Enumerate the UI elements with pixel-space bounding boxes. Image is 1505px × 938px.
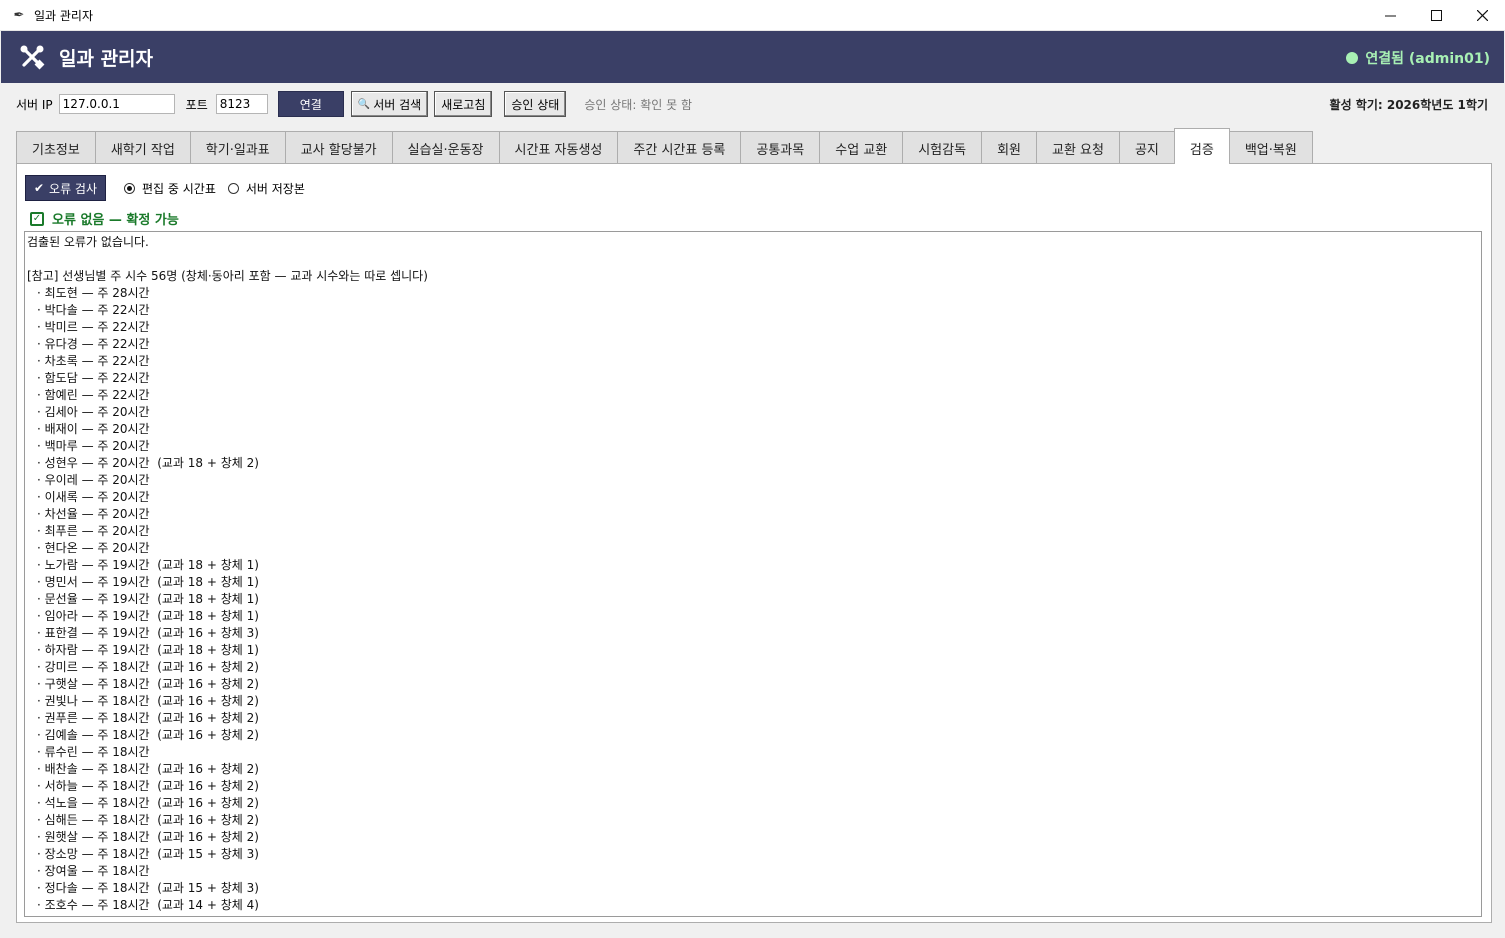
- radio-editing-timetable[interactable]: 편집 중 시간표: [124, 180, 216, 197]
- teacher-hours-line: · 이새록 — 주 20시간: [37, 490, 150, 504]
- tab-weekly-timetable[interactable]: 주간 시간표 등록: [617, 131, 742, 164]
- output-blank-line: [27, 251, 1481, 268]
- port-label: 포트: [185, 97, 208, 112]
- teacher-hours-list: · 최도현 — 주 28시간 · 박다솔 — 주 22시간 · 박미르 — 주 22…: [27, 285, 1481, 914]
- tab-timetable-autogen[interactable]: 시간표 자동생성: [498, 131, 619, 164]
- radio-unselected-icon: [227, 182, 239, 194]
- window-controls: [1367, 0, 1505, 31]
- tab-backup-restore[interactable]: 백업·복원: [1228, 131, 1313, 164]
- output-note-line: [참고] 선생님별 주 시수 56명 (창체·동아리 포함 — 교과 시수와는 …: [27, 269, 428, 283]
- teacher-hours-line: · 류수린 — 주 18시간: [37, 745, 150, 759]
- tab-exam-proctoring[interactable]: 시험감독: [902, 131, 983, 164]
- teacher-hours-line: · 장여울 — 주 18시간: [37, 864, 150, 878]
- teacher-hours-line: · 유다경 — 주 22시간: [37, 337, 150, 351]
- teacher-hours-line: · 김세아 — 주 20시간: [37, 405, 150, 419]
- teacher-hours-line: · 하자람 — 주 19시간 (교과 18 + 창체 1): [37, 643, 259, 657]
- teacher-hours-line: · 배재이 — 주 20시간: [37, 422, 150, 436]
- teacher-hours-line: · 서하늘 — 주 18시간 (교과 16 + 창체 2): [37, 779, 259, 793]
- teacher-hours-line: · 장소망 — 주 18시간 (교과 15 + 창체 3): [37, 847, 259, 861]
- teacher-hours-line: · 박다솔 — 주 22시간: [37, 303, 150, 317]
- maximize-icon[interactable]: [1413, 0, 1459, 31]
- search-server-button[interactable]: 🔍 서버 검색: [350, 91, 429, 117]
- tab-teacher-unavailable[interactable]: 교사 할당불가: [284, 131, 393, 164]
- teacher-hours-line: · 우이레 — 주 20시간: [37, 473, 150, 487]
- teacher-hours-line: · 최도현 — 주 28시간: [37, 286, 150, 300]
- validation-controls: ✔ 오류 검사 편집 중 시간표 서버 저장본: [25, 175, 305, 201]
- teacher-hours-line: · 구햇살 — 주 18시간 (교과 16 + 창체 2): [37, 677, 259, 691]
- validation-result: ✓ 오류 없음 — 확정 가능: [30, 209, 179, 228]
- validation-output[interactable]: 검출된 오류가 없습니다. [참고] 선생님별 주 시수 56명 (창체·동아리…: [24, 231, 1482, 917]
- teacher-hours-line: · 조호수 — 주 18시간 (교과 14 + 창체 4): [37, 898, 259, 912]
- teacher-hours-line: · 함도담 — 주 22시간: [37, 371, 150, 385]
- tools-icon: [19, 44, 45, 70]
- minimize-icon[interactable]: [1367, 0, 1413, 31]
- tab-exchange-requests[interactable]: 교환 요청: [1035, 131, 1120, 164]
- teacher-hours-line: · 최푸른 — 주 20시간: [37, 524, 150, 538]
- main-tabs: 기초정보 새학기 작업 학기·일과표 교사 할당불가 실습실·운동장 시간표 자…: [16, 128, 1313, 164]
- teacher-hours-line: · 김예솔 — 주 18시간 (교과 16 + 창체 2): [37, 728, 259, 742]
- tab-members[interactable]: 회원: [981, 131, 1037, 164]
- output-header-line: 검출된 오류가 없습니다.: [27, 235, 149, 249]
- search-icon: 🔍: [357, 98, 371, 110]
- run-check-button[interactable]: ✔ 오류 검사: [25, 175, 106, 201]
- teacher-hours-line: · 표한결 — 주 19시간 (교과 16 + 창체 3): [37, 626, 259, 640]
- connection-status-label: 연결됨 (admin01): [1365, 51, 1490, 67]
- tab-labs-grounds[interactable]: 실습실·운동장: [391, 131, 500, 164]
- tab-notices[interactable]: 공지: [1118, 131, 1175, 164]
- active-semester: 활성 학기: 2026학년도 1학기: [1329, 98, 1488, 112]
- window-titlebar: ✒ 일과 관리자: [0, 0, 1505, 31]
- teacher-hours-line: · 차초록 — 주 22시간: [37, 354, 150, 368]
- tab-basic-info[interactable]: 기초정보: [16, 131, 96, 164]
- port-input[interactable]: [215, 94, 268, 114]
- teacher-hours-line: · 강미르 — 주 18시간 (교과 16 + 창체 2): [37, 660, 259, 674]
- close-icon[interactable]: [1459, 0, 1505, 31]
- teacher-hours-line: · 명민서 — 주 19시간 (교과 18 + 창체 1): [37, 575, 259, 589]
- search-server-label: 서버 검색: [373, 97, 422, 112]
- teacher-hours-line: · 문선율 — 주 19시간 (교과 18 + 창체 1): [37, 592, 259, 606]
- checkmark-icon: ✔: [33, 181, 45, 195]
- run-check-label: 오류 검사: [49, 181, 98, 196]
- radio-editing-label: 편집 중 시간표: [142, 181, 216, 196]
- teacher-hours-line: · 배찬솔 — 주 18시간 (교과 16 + 창체 2): [37, 762, 259, 776]
- checkbox-checked-icon: ✓: [30, 211, 44, 226]
- connection-toolbar: 서버 IP 포트 연결 🔍 서버 검색 새로고침 승인 상태 승인 상태: 확인…: [1, 83, 1504, 125]
- tab-validation[interactable]: 검증: [1173, 128, 1230, 164]
- teacher-hours-line: · 성현우 — 주 20시간 (교과 18 + 창체 2): [37, 456, 259, 470]
- teacher-hours-line: · 석노을 — 주 18시간 (교과 16 + 창체 2): [37, 796, 259, 810]
- window-title: 일과 관리자: [34, 8, 94, 23]
- tab-new-semester[interactable]: 새학기 작업: [94, 131, 191, 164]
- teacher-hours-line: · 권푸른 — 주 18시간 (교과 16 + 창체 2): [37, 711, 259, 725]
- app-header: 일과 관리자 연결됨 (admin01): [1, 31, 1504, 83]
- teacher-hours-line: · 임아라 — 주 19시간 (교과 18 + 창체 1): [37, 609, 259, 623]
- teacher-hours-line: · 원햇살 — 주 18시간 (교과 16 + 창체 2): [37, 830, 259, 844]
- tab-common-subjects[interactable]: 공통과목: [740, 131, 821, 164]
- approval-status-button[interactable]: 승인 상태: [504, 91, 567, 117]
- server-ip-input[interactable]: [58, 94, 175, 114]
- teacher-hours-line: · 백마루 — 주 20시간: [37, 439, 150, 453]
- radio-server-saved[interactable]: 서버 저장본: [227, 180, 305, 197]
- teacher-hours-line: · 노가람 — 주 19시간 (교과 18 + 창체 1): [37, 558, 259, 572]
- validation-panel: ✔ 오류 검사 편집 중 시간표 서버 저장본 ✓ 오류 없음 — 확정 가능 …: [16, 163, 1492, 923]
- app-title: 일과 관리자: [59, 47, 154, 70]
- connect-button[interactable]: 연결: [277, 91, 344, 117]
- teacher-hours-line: · 정다솔 — 주 18시간 (교과 15 + 창체 3): [37, 881, 259, 895]
- teacher-hours-line: · 박미르 — 주 22시간: [37, 320, 150, 334]
- connection-status: 연결됨 (admin01): [1346, 48, 1490, 68]
- tab-class-exchange[interactable]: 수업 교환: [819, 131, 904, 164]
- radio-selected-icon: [124, 182, 135, 194]
- refresh-button[interactable]: 새로고침: [434, 91, 493, 117]
- teacher-hours-line: · 심해든 — 주 18시간 (교과 16 + 창체 2): [37, 813, 259, 827]
- feather-icon: ✒: [13, 7, 25, 23]
- teacher-hours-line: · 현다온 — 주 20시간: [37, 541, 150, 555]
- server-ip-label: 서버 IP: [16, 97, 53, 112]
- validation-result-label: 오류 없음 — 확정 가능: [52, 213, 179, 228]
- radio-server-label: 서버 저장본: [245, 181, 305, 196]
- teacher-hours-line: · 차선율 — 주 20시간: [37, 507, 150, 521]
- tab-semester-schedule[interactable]: 학기·일과표: [189, 131, 286, 164]
- status-dot-icon: [1346, 52, 1359, 64]
- teacher-hours-line: · 권빛나 — 주 18시간 (교과 16 + 창체 2): [37, 694, 259, 708]
- approval-status-text: 승인 상태: 확인 못 함: [584, 97, 692, 112]
- teacher-hours-line: · 함예린 — 주 22시간: [37, 388, 150, 402]
